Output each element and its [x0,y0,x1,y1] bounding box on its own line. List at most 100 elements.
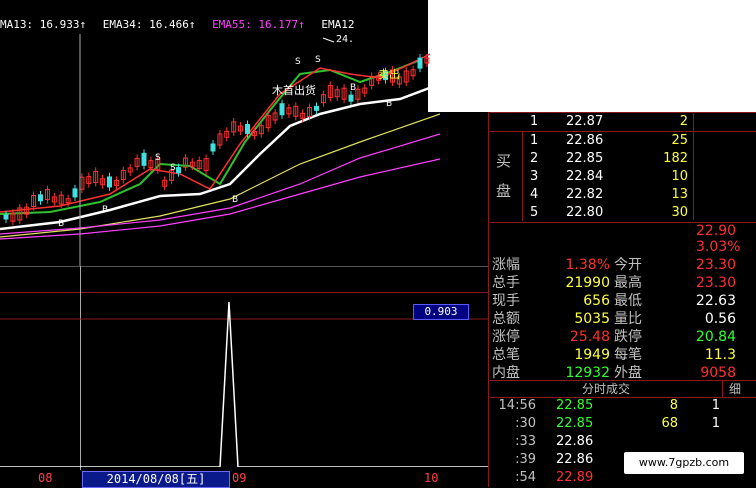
stat-value: 1.38% [565,257,610,273]
ema55-label: EMA55: 16.177↑ [212,18,305,31]
ticks-title: 分时成交 [582,382,631,396]
ema34-line [0,82,440,231]
buy-signal: B [102,205,108,215]
indicator-value: 0.903 [413,304,469,320]
ema13-label: MA13: 16.933↑ [0,18,87,31]
stat-row-4: 总额 5035 量比 0.56 [490,310,756,328]
peak-label: 24. [336,34,354,45]
overlay-text-1: 木首出货 [272,83,316,97]
bid-row-1: 1 22.86 25 [530,132,750,150]
tick-price: 22.89 [556,470,594,485]
tick-time: 14:56 [498,398,536,413]
ask-index: 1 [530,114,539,129]
tick-row-3: :33 22.86 [490,433,756,451]
bid-label: 买 盘 [496,146,511,206]
stat-label: 跌停 [614,329,642,345]
signal-annotations: SSS SBBBBB [58,55,392,229]
stat-label: 总额 [492,311,520,327]
stat-row-2: 总手 21990 最高 23.30 [490,274,756,292]
cursor-date: 2014/08/08[五] [82,471,230,488]
stat-value: 20.84 [695,329,736,345]
stat-value: 23.30 [695,275,736,291]
tick-row-1: 14:56 22.85 8 1 [490,397,756,415]
sell-signal: S [315,55,321,65]
tick-volume: 68 [661,416,678,431]
bid-price: 22.80 [566,205,604,220]
tick-time: :54 [515,470,536,485]
bid-row-5: 5 22.80 30 [530,204,750,222]
ema-legend: MA13: 16.933↑ EMA34: 16.466↑ EMA55: 16.1… [0,18,365,34]
candle-body [72,188,78,198]
tick-price: 22.85 [556,416,594,431]
sell-signal: S [155,153,161,163]
date-left-label: 08 [38,471,53,485]
bid-label-char-1: 买 [496,152,512,170]
stat-value: 1949 [574,347,610,363]
stat-label: 总笔 [492,347,520,363]
bid-label-divider [522,131,523,221]
stat-label: 每笔 [614,347,642,363]
candle-body [141,152,147,166]
date-right-label: 10 [424,471,439,485]
stat-label: 量比 [614,311,642,327]
stat-label: 今开 [614,257,642,273]
bid-index: 4 [530,187,539,202]
blank-area [428,0,756,112]
stat-label: 最高 [614,275,642,291]
bid-volume: 13 [671,187,688,202]
ticks-header: 分时成交 细 [490,380,756,398]
stat-row-3: 现手 656 最低 22.63 [490,292,756,310]
stat-value: 0.56 [704,311,736,327]
bid-volume: 30 [671,205,688,220]
bid-price: 22.85 [566,151,604,166]
bid-volume: 25 [671,133,688,148]
sell-signal: S [170,163,176,173]
watermark: www.7gpzb.com [624,452,744,474]
candle-body [3,214,9,220]
panel-divider [488,112,489,487]
bid-index: 5 [530,205,539,220]
bid-index: 3 [530,169,539,184]
stat-value: 11.3 [704,347,736,363]
bid-index: 2 [530,151,539,166]
candle-body [176,167,181,174]
candle-body [314,105,319,111]
peak-pointer [322,37,335,43]
candle-body [107,176,112,188]
buy-signal: B [232,195,238,205]
watermark-text: www.7gpzb.com [638,456,730,469]
change-pct: 3.03% [696,239,741,255]
tick-price: 22.86 [556,452,594,467]
tick-time: :33 [515,434,536,449]
candle-body [210,143,216,152]
ema34-label: EMA34: 16.466↑ [102,18,196,31]
stat-label: 最低 [614,293,642,309]
chart-divider-1 [0,266,488,267]
candle-body [417,57,423,69]
stat-value: 23.30 [695,257,736,273]
ticks-detail-button[interactable]: 细 [722,381,741,397]
stat-row-6: 总笔 1949 每笔 11.3 [490,346,756,364]
ask-price: 22.87 [566,114,604,129]
tick-volume: 8 [669,398,678,413]
date-mid-label: 09 [232,471,247,485]
tick-time: :39 [515,452,536,467]
buy-signal: B [58,219,64,229]
ask-volume: 2 [679,114,688,129]
stat-value: 22.63 [695,293,736,309]
tick-time: :30 [515,416,536,431]
tick-price: 22.86 [556,434,594,449]
bid-index: 1 [530,133,539,148]
candle-body [348,94,354,102]
stat-label: 总手 [492,275,520,291]
tick-price: 22.85 [556,398,594,413]
ema120-label: EMA12 [321,18,355,31]
stat-value: 5035 [574,311,610,327]
stat-label: 涨幅 [492,257,520,273]
buy-signal: B [386,99,392,109]
buy-signal: B [350,83,356,93]
bid-row-3: 3 22.84 10 [530,168,750,186]
candlestick-chart[interactable]: 24. 木首出货 卖出 SSS SBBBBB [0,34,440,266]
stat-row-1: 涨幅 1.38% 今开 23.30 [490,256,756,274]
bid-price: 22.86 [566,133,604,148]
